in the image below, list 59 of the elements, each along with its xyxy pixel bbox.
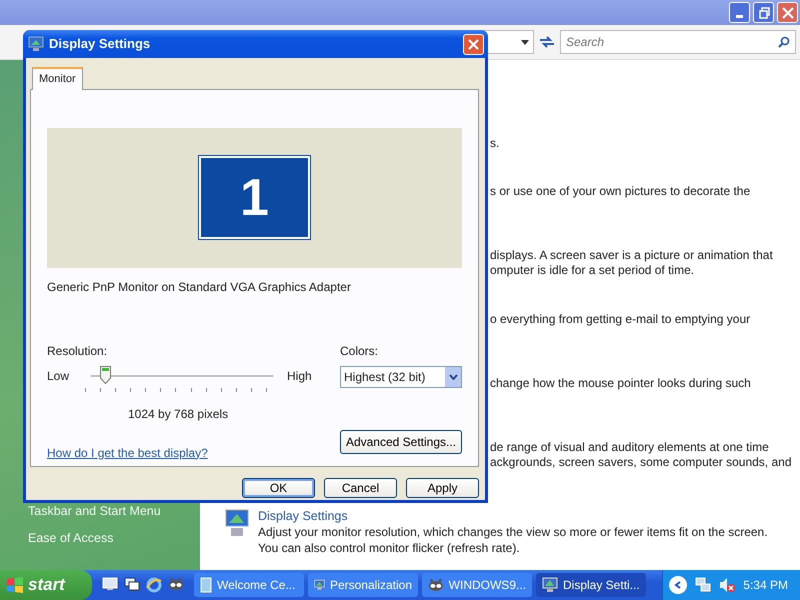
document-icon bbox=[200, 577, 212, 593]
description-text: s or use one of your own pictures to decorate the bbox=[490, 184, 752, 199]
description-text: de range of visual and auditory elements at one time bbox=[490, 440, 770, 455]
taskbar-button[interactable]: Display Setti... bbox=[536, 573, 646, 597]
description-text: change how the mouse pointer looks during such bbox=[490, 376, 752, 391]
description-text: displays. A screen saver is a picture or animation that bbox=[490, 248, 774, 263]
close-button[interactable] bbox=[777, 2, 798, 23]
display-settings-icon bbox=[28, 36, 44, 52]
windows-logo-icon bbox=[6, 577, 24, 593]
desktop-icon[interactable] bbox=[102, 577, 118, 591]
slider-thumb[interactable] bbox=[100, 366, 112, 384]
resolution-label: Resolution: bbox=[47, 342, 108, 360]
monitor-icon bbox=[542, 577, 558, 593]
clock: 5:34 PM bbox=[743, 577, 788, 594]
description-text: o everything from getting e-mail to emptying your bbox=[490, 312, 752, 327]
refresh-icon[interactable] bbox=[538, 34, 556, 50]
colors-label: Colors: bbox=[340, 342, 380, 360]
taskbar-button[interactable]: WINDOWS9... bbox=[422, 573, 532, 597]
display-settings-link[interactable]: Display Settings bbox=[258, 508, 768, 524]
raccoon-icon[interactable] bbox=[168, 577, 184, 591]
dialog-title: Display Settings bbox=[49, 35, 150, 54]
chevron-icon bbox=[674, 581, 682, 589]
monitor-icon bbox=[314, 577, 325, 593]
minimize-button[interactable] bbox=[729, 2, 750, 23]
description-text: Adjust your monitor resolution, which changes the view so more or fewer items fit on the screen. bbox=[258, 524, 768, 540]
restore-button[interactable] bbox=[753, 2, 774, 23]
resolution-reading: 1024 by 768 pixels bbox=[128, 406, 230, 422]
window-switch-icon[interactable] bbox=[124, 577, 140, 591]
help-link[interactable]: How do I get the best display? bbox=[47, 444, 317, 462]
high-label: High bbox=[287, 368, 312, 384]
low-label: Low bbox=[47, 368, 70, 384]
advanced-settings-button[interactable]: Advanced Settings... bbox=[340, 430, 462, 454]
minimize-icon bbox=[736, 15, 743, 18]
description-text: omputer is idle for a set period of time. bbox=[490, 263, 696, 278]
description-text: s. bbox=[490, 136, 500, 151]
close-button[interactable] bbox=[463, 34, 484, 54]
monitor-tile[interactable]: 1 bbox=[199, 156, 310, 239]
taskbar-button[interactable]: Welcome Ce... bbox=[194, 573, 304, 597]
taskbar-button[interactable]: Personalization bbox=[308, 573, 418, 597]
browser-icon[interactable] bbox=[146, 577, 162, 593]
dialog-button[interactable]: Cancel bbox=[324, 478, 397, 498]
chevron-down-icon bbox=[448, 374, 458, 380]
monitor-name: Generic PnP Monitor on Standard VGA Graphics Adapter bbox=[47, 278, 352, 296]
dialog-button[interactable]: OK bbox=[242, 478, 315, 498]
dialog-button[interactable]: Apply bbox=[406, 478, 479, 498]
dropdown-arrow-icon bbox=[521, 40, 529, 44]
search-field[interactable]: Search bbox=[560, 30, 796, 54]
description-text: ackgrounds, screen savers, some computer sounds, and bbox=[490, 455, 792, 470]
show-hidden-icons-button[interactable] bbox=[669, 576, 688, 594]
close-icon bbox=[468, 38, 479, 50]
muted-speaker-icon[interactable] bbox=[719, 577, 736, 593]
network-icon[interactable] bbox=[695, 577, 712, 593]
close-icon bbox=[782, 6, 794, 18]
search-icon bbox=[778, 36, 790, 48]
description-text: You can also control monitor flicker (refresh rate). bbox=[258, 540, 521, 556]
raccoon-icon bbox=[428, 578, 444, 592]
tab[interactable]: Monitor bbox=[32, 67, 83, 90]
restore-icon bbox=[758, 6, 770, 18]
colors-dropdown[interactable]: Highest (32 bit) bbox=[340, 366, 462, 388]
